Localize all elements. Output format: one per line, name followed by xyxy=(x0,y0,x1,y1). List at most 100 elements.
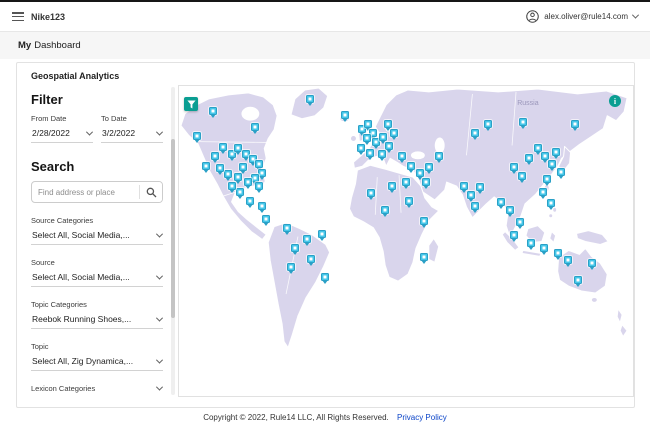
map-pin[interactable] xyxy=(539,243,548,252)
map-pin[interactable] xyxy=(317,229,326,238)
map-pin[interactable] xyxy=(224,170,233,179)
map-pin[interactable] xyxy=(542,175,551,184)
map-pin[interactable] xyxy=(467,190,476,199)
map-pin[interactable] xyxy=(484,120,493,129)
chevron-down-icon xyxy=(155,128,164,136)
map-pin[interactable] xyxy=(379,133,388,142)
map-pin[interactable] xyxy=(510,163,519,172)
map-pin[interactable] xyxy=(215,164,224,173)
map-pin[interactable] xyxy=(258,169,267,178)
map-pin[interactable] xyxy=(340,110,349,119)
map-pin[interactable] xyxy=(362,134,371,143)
map-pin[interactable] xyxy=(406,162,415,171)
map-pin[interactable] xyxy=(505,205,514,214)
map-pin[interactable] xyxy=(384,120,393,129)
map-pin[interactable] xyxy=(525,154,534,163)
map-pin[interactable] xyxy=(208,106,217,115)
map-info-button[interactable] xyxy=(609,95,621,107)
chevron-down-icon xyxy=(155,230,164,238)
hamburger-menu-icon[interactable] xyxy=(12,12,24,21)
panel-scrollbar[interactable] xyxy=(171,87,175,395)
map-filter-button[interactable] xyxy=(184,97,198,111)
map-pin[interactable] xyxy=(405,196,414,205)
map-pin[interactable] xyxy=(573,276,582,285)
map-pin[interactable] xyxy=(385,142,394,151)
search-input[interactable] xyxy=(32,187,139,197)
map-pin[interactable] xyxy=(227,181,236,190)
map-pin[interactable] xyxy=(283,223,292,232)
map-pin[interactable] xyxy=(471,128,480,137)
map-pin[interactable] xyxy=(459,181,468,190)
map-pin[interactable] xyxy=(236,188,245,197)
map-pin[interactable] xyxy=(519,117,528,126)
dropdown-select[interactable]: Select All, Social Media,... xyxy=(31,270,164,287)
map-pin[interactable] xyxy=(397,152,406,161)
dropdown-select[interactable]: Reebok Running Shoes,... xyxy=(31,312,164,329)
to-date-select[interactable]: 3/2/2022 xyxy=(101,126,164,143)
map-pin[interactable] xyxy=(434,152,443,161)
search-button[interactable] xyxy=(140,182,162,202)
map-pin[interactable] xyxy=(551,148,560,157)
map-pin[interactable] xyxy=(243,178,252,187)
from-date-select[interactable]: 2/28/2022 xyxy=(31,126,94,143)
map-pin[interactable] xyxy=(201,162,210,171)
user-menu[interactable]: alex.oliver@rule14.com xyxy=(526,10,640,23)
map-pin[interactable] xyxy=(303,234,312,243)
map-pin[interactable] xyxy=(402,178,410,187)
map-pin[interactable] xyxy=(517,172,526,181)
map-pin[interactable] xyxy=(419,216,428,225)
map-pin[interactable] xyxy=(563,256,572,265)
map-pin[interactable] xyxy=(526,238,535,247)
map-pin[interactable] xyxy=(470,201,479,210)
map-pin[interactable] xyxy=(421,178,430,187)
map-pin[interactable] xyxy=(192,131,201,140)
map-pin[interactable] xyxy=(540,152,549,161)
map[interactable]: Russia xyxy=(178,85,634,397)
map-pin[interactable] xyxy=(475,183,484,192)
map-pin[interactable] xyxy=(306,255,315,264)
map-pin[interactable] xyxy=(251,122,260,131)
map-pin[interactable] xyxy=(255,160,264,169)
map-pin[interactable] xyxy=(387,181,396,190)
map-pin[interactable] xyxy=(305,94,314,103)
map-pin[interactable] xyxy=(553,249,562,258)
map-pin[interactable] xyxy=(538,188,547,197)
map-pin[interactable] xyxy=(533,144,542,153)
dropdown-select[interactable]: Select All, Social Media,... xyxy=(31,228,164,245)
map-pin[interactable] xyxy=(510,231,519,240)
brand-name[interactable]: Nike123 xyxy=(31,12,65,22)
map-pin[interactable] xyxy=(234,173,243,182)
map-pin[interactable] xyxy=(497,197,506,206)
map-pin[interactable] xyxy=(356,144,365,153)
dropdown-select[interactable]: Select All, Zig Dynamica,... xyxy=(31,354,164,371)
map-pin[interactable] xyxy=(546,198,555,207)
map-pin[interactable] xyxy=(320,272,329,281)
dropdown-select[interactable]: Lexicon Categories xyxy=(31,383,164,393)
breadcrumb-dashboard: Dashboard xyxy=(34,40,81,51)
privacy-policy-link[interactable]: Privacy Policy xyxy=(397,413,447,422)
map-pin[interactable] xyxy=(515,217,524,226)
map-pin[interactable] xyxy=(246,196,255,205)
map-pin[interactable] xyxy=(290,243,299,252)
map-pin[interactable] xyxy=(366,149,375,158)
map-pin[interactable] xyxy=(367,188,376,197)
map-pin[interactable] xyxy=(424,163,433,172)
map-pin[interactable] xyxy=(262,214,271,223)
map-pin[interactable] xyxy=(210,152,219,161)
map-pin[interactable] xyxy=(416,169,425,178)
map-pin[interactable] xyxy=(287,263,296,272)
map-pin[interactable] xyxy=(381,205,390,214)
map-pin[interactable] xyxy=(218,143,227,152)
map-pin[interactable] xyxy=(239,163,248,172)
map-pin[interactable] xyxy=(419,253,428,262)
map-pin[interactable] xyxy=(390,128,399,137)
map-pin[interactable] xyxy=(571,119,580,128)
map-pin[interactable] xyxy=(547,160,556,169)
map-pin[interactable] xyxy=(255,181,264,190)
map-pin[interactable] xyxy=(556,168,565,177)
scrollbar-thumb[interactable] xyxy=(171,139,175,318)
map-pin[interactable] xyxy=(364,119,373,128)
map-pin[interactable] xyxy=(378,150,387,159)
map-pin[interactable] xyxy=(588,259,597,268)
map-pin[interactable] xyxy=(258,201,267,210)
